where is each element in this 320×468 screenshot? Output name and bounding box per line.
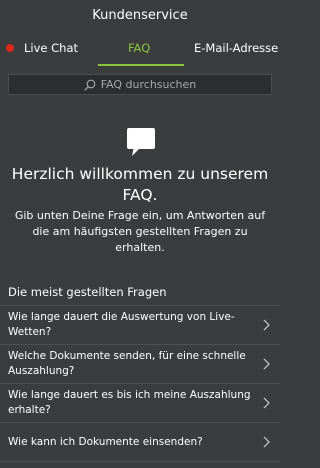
faq-question: Welche Dokumente senden, für eine schnel…: [8, 350, 246, 377]
chevron-right-icon: [263, 319, 270, 331]
faq-item[interactable]: Welche Dokumente senden, für eine schnel…: [0, 345, 280, 384]
faq-list: Wie lange dauert die Auswertung von Live…: [0, 305, 280, 462]
chevron-right-icon: [263, 436, 270, 448]
faq-question: Wie kann ich Dokumente einsenden?: [8, 435, 203, 448]
faq-question: Wie lange dauert es bis ich meine Auszah…: [8, 389, 251, 416]
search-placeholder: FAQ durchsuchen: [100, 78, 197, 91]
tab-live-chat-label: Live Chat: [24, 41, 79, 55]
welcome-text: Gib unten Deine Frage ein, um Antworten …: [14, 209, 266, 254]
tab-faq-label: FAQ: [128, 41, 151, 55]
chat-bubble-icon: [127, 128, 155, 156]
page-title: Kundenservice: [92, 7, 188, 23]
faq-question: Wie lange dauert die Auswertung von Live…: [8, 311, 235, 338]
live-status-dot: [6, 44, 14, 52]
tab-faq[interactable]: FAQ: [128, 30, 150, 66]
faq-section-title: Die meist gestellten Fragen: [8, 285, 167, 299]
header: Kundenservice: [0, 0, 280, 30]
tab-email-label: E-Mail-Adresse: [194, 41, 279, 55]
chevron-right-icon: [263, 358, 270, 370]
faq-item[interactable]: Wie kann ich Dokumente einsenden?: [0, 423, 280, 462]
tab-email[interactable]: E-Mail-Adresse: [194, 30, 278, 66]
chevron-right-icon: [263, 397, 270, 409]
faq-item[interactable]: Wie lange dauert die Auswertung von Live…: [0, 306, 280, 345]
welcome-title: Herzlich willkommen zu unserem FAQ.: [11, 165, 269, 204]
search-icon: [84, 79, 96, 91]
faq-item[interactable]: Wie lange dauert es bis ich meine Auszah…: [0, 384, 280, 423]
active-tab-indicator: [98, 64, 184, 66]
tab-bar: Live Chat FAQ E-Mail-Adresse: [0, 30, 280, 66]
tab-live-chat[interactable]: Live Chat: [6, 30, 78, 66]
search-input[interactable]: FAQ durchsuchen: [8, 74, 272, 95]
